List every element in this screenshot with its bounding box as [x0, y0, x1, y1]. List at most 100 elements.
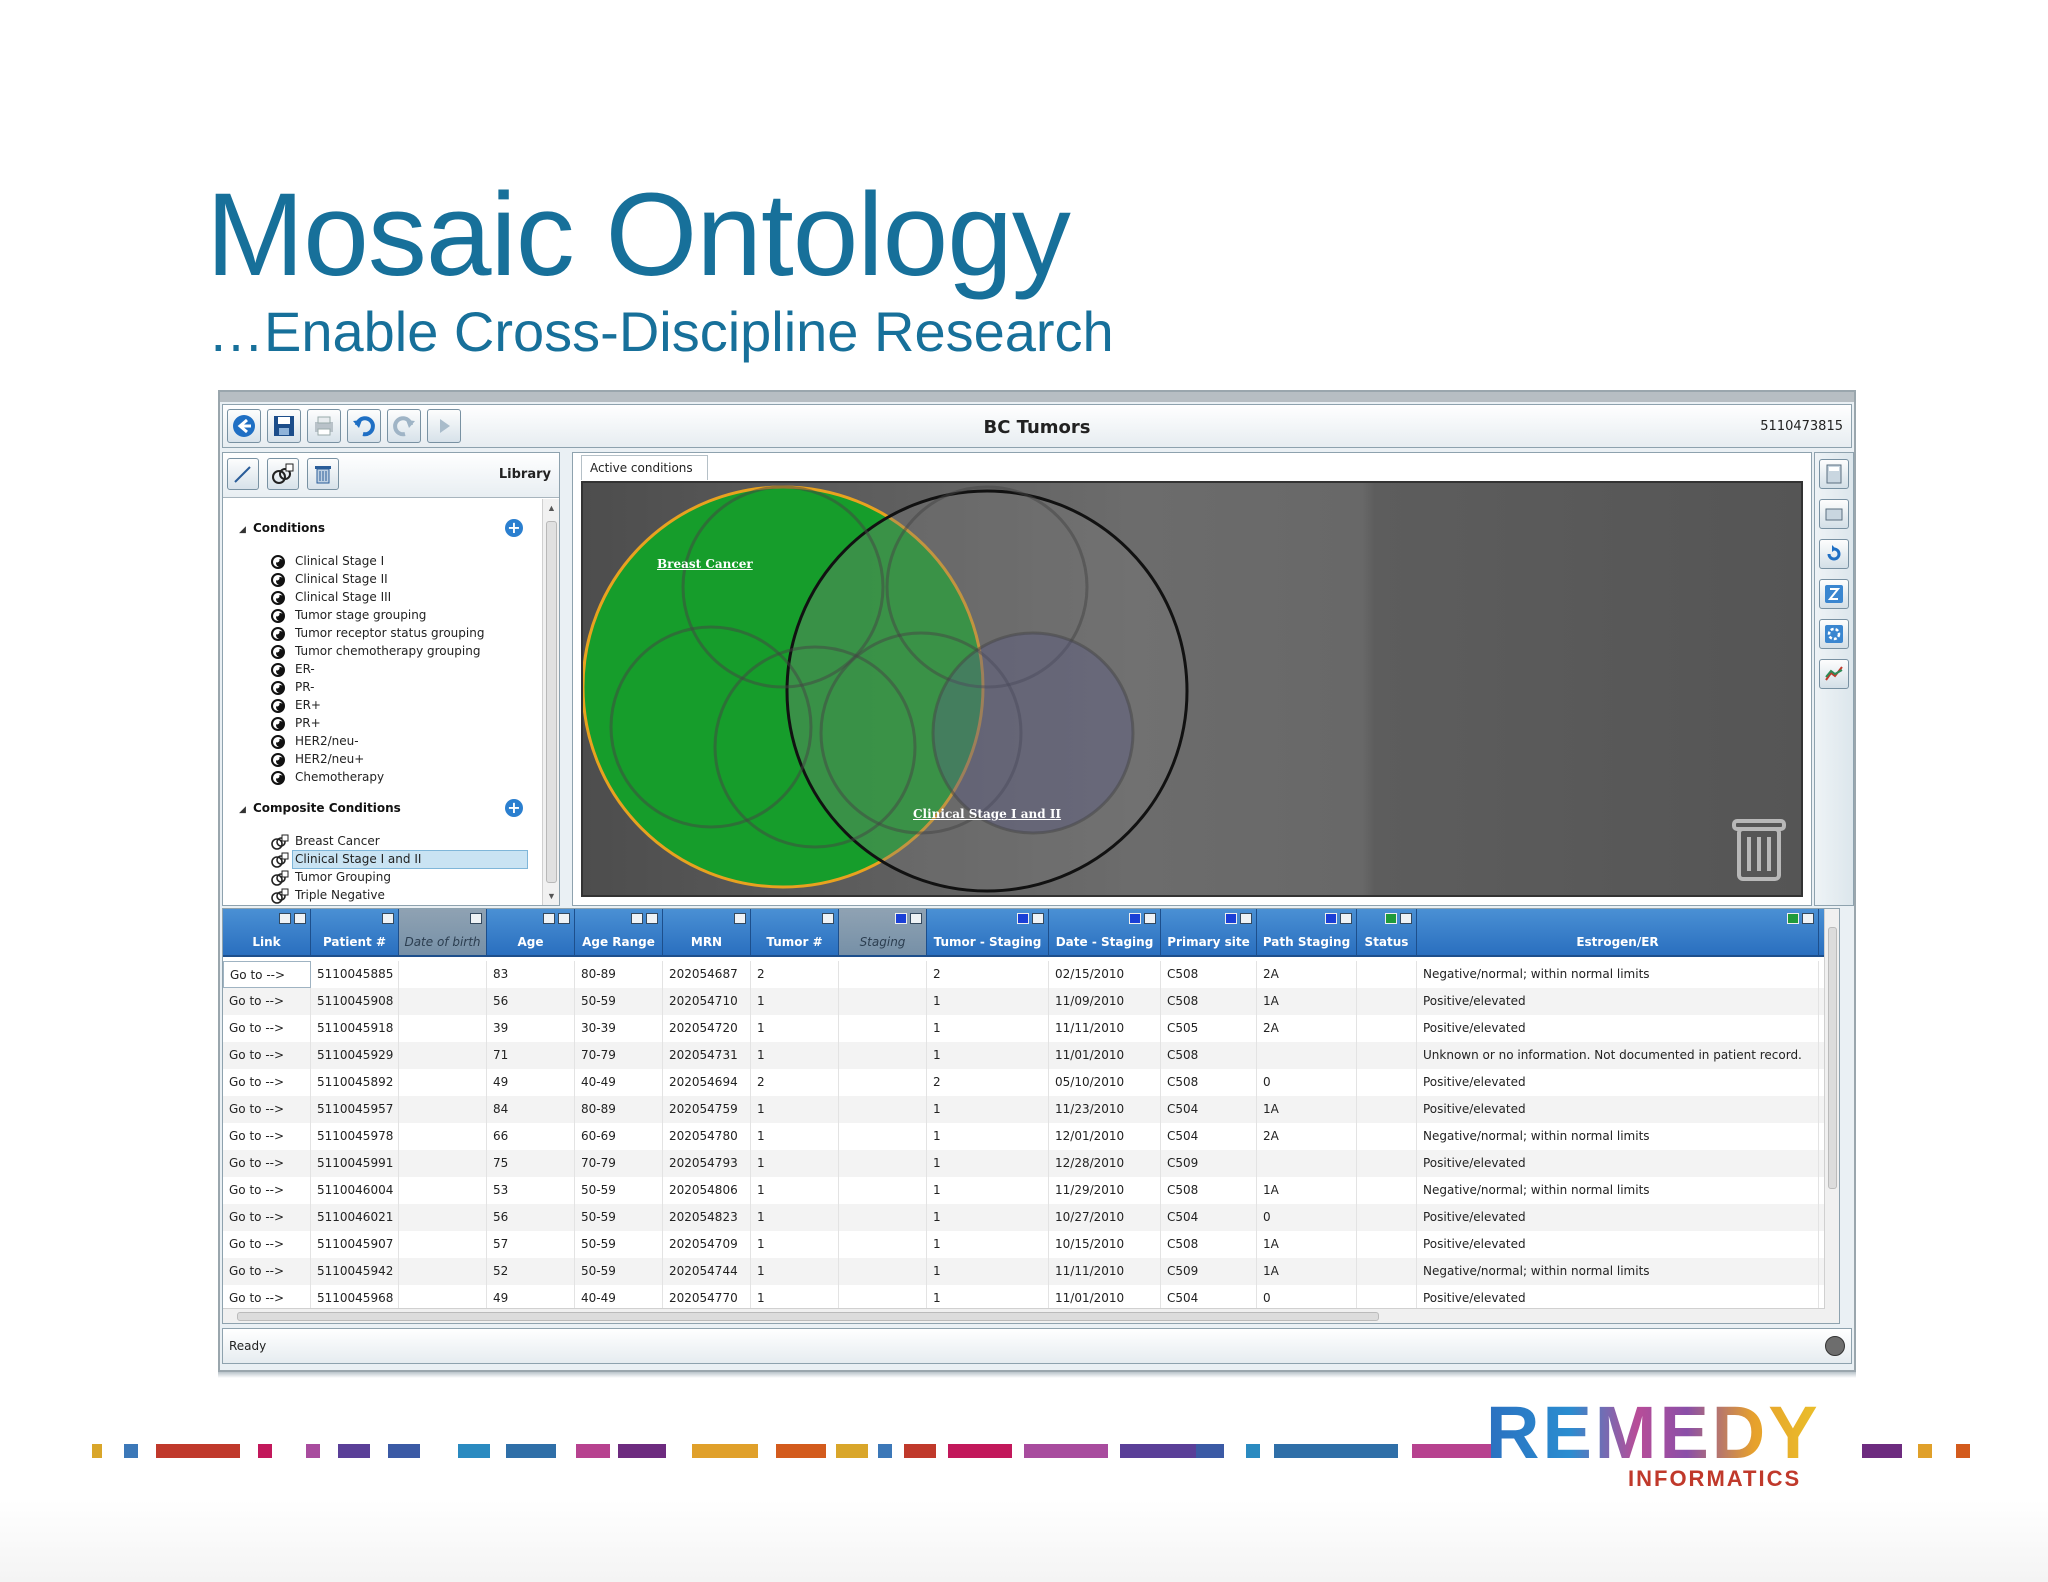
- grid-horizontal-scrollbar[interactable]: [223, 1308, 1825, 1323]
- grid-vertical-scrollbar[interactable]: [1824, 909, 1839, 1323]
- table-row[interactable]: Go to --> 5110045885 83 80-89 202054687 2 2 02/…: [223, 961, 1834, 988]
- go-to-link[interactable]: Go to -->: [223, 1204, 311, 1231]
- refresh-button[interactable]: [1819, 539, 1849, 569]
- color-swatch-icon[interactable]: [1129, 913, 1141, 924]
- panel-splitter[interactable]: [564, 452, 570, 906]
- scroll-thumb[interactable]: [546, 521, 557, 883]
- column-filter-icon[interactable]: [646, 913, 658, 924]
- chart-button[interactable]: [1819, 659, 1849, 689]
- column-filter-icon[interactable]: [1340, 913, 1352, 924]
- go-to-link[interactable]: Go to -->: [223, 1150, 311, 1177]
- column-menu-icon[interactable]: [631, 913, 643, 924]
- column-header-primary-site[interactable]: Primary site: [1161, 909, 1257, 955]
- column-filter-icons[interactable]: [276, 913, 306, 925]
- go-to-link[interactable]: Go to -->: [223, 1123, 311, 1150]
- venn-label-breast-cancer[interactable]: Breast Cancer: [657, 557, 753, 571]
- add-condition-icon[interactable]: +: [505, 519, 523, 537]
- go-to-link[interactable]: Go to -->: [223, 961, 311, 988]
- composite-condition-button[interactable]: [267, 458, 299, 490]
- column-filter-icons[interactable]: [1222, 913, 1252, 925]
- trash-icon[interactable]: [1731, 815, 1787, 883]
- column-filter-icons[interactable]: [467, 913, 482, 925]
- column-filter-icon[interactable]: [734, 913, 746, 924]
- color-swatch-icon[interactable]: [1787, 913, 1799, 924]
- info-icon[interactable]: [1825, 1336, 1845, 1356]
- scroll-up-icon[interactable]: ▲: [547, 503, 556, 513]
- column-filter-icons[interactable]: [819, 913, 834, 925]
- color-swatch-icon[interactable]: [1325, 913, 1337, 924]
- color-swatch-icon[interactable]: [1225, 913, 1237, 924]
- column-header-age[interactable]: Age: [487, 909, 575, 955]
- calculator-button[interactable]: [1819, 459, 1849, 489]
- column-filter-icons[interactable]: [1322, 913, 1352, 925]
- column-filter-icon[interactable]: [1400, 913, 1412, 924]
- color-swatch-icon[interactable]: [895, 913, 907, 924]
- column-filter-icon[interactable]: [1240, 913, 1252, 924]
- column-filter-icon[interactable]: [822, 913, 834, 924]
- column-filter-icon[interactable]: [1802, 913, 1814, 924]
- table-row[interactable]: Go to --> 5110045918 39 30-39 202054720 1 1 11/…: [223, 1015, 1834, 1042]
- column-filter-icon[interactable]: [558, 913, 570, 924]
- table-row[interactable]: Go to --> 5110045907 57 50-59 202054709 1 1 10/…: [223, 1231, 1832, 1258]
- go-to-link[interactable]: Go to -->: [223, 1042, 311, 1069]
- color-swatch-icon[interactable]: [1385, 913, 1397, 924]
- table-row[interactable]: Go to --> 5110045892 49 40-49 202054694 2 2 05/…: [223, 1069, 1832, 1096]
- column-header-status[interactable]: Status: [1357, 909, 1417, 955]
- go-to-link[interactable]: Go to -->: [223, 1015, 311, 1042]
- column-header-age-range[interactable]: Age Range: [575, 909, 663, 955]
- venn-canvas[interactable]: Breast Cancer Clinical Stage I and II: [581, 481, 1803, 897]
- table-row[interactable]: Go to --> 5110046004 53 50-59 202054806 1 1 11/…: [223, 1177, 1834, 1204]
- table-row[interactable]: Go to --> 5110045942 52 50-59 202054744 1 1 11/…: [223, 1258, 1834, 1285]
- column-filter-icons[interactable]: [1126, 913, 1156, 925]
- column-filter-icon[interactable]: [382, 913, 394, 924]
- column-filter-icon[interactable]: [910, 913, 922, 924]
- column-header-tumor-staging[interactable]: Tumor - Staging: [927, 909, 1049, 955]
- column-menu-icon[interactable]: [279, 913, 291, 924]
- tree-group-conditions[interactable]: ◢ Conditions: [239, 521, 325, 535]
- column-header-mrn[interactable]: MRN: [663, 909, 751, 955]
- column-filter-icon[interactable]: [470, 913, 482, 924]
- go-to-link[interactable]: Go to -->: [223, 1069, 311, 1096]
- column-filter-icon[interactable]: [294, 913, 306, 924]
- tab-active-conditions[interactable]: Active conditions: [581, 455, 708, 480]
- column-header-staging[interactable]: Staging: [839, 909, 927, 955]
- settings-button[interactable]: [1819, 619, 1849, 649]
- column-filter-icons[interactable]: [1014, 913, 1044, 925]
- export-button[interactable]: [1819, 499, 1849, 529]
- column-filter-icons[interactable]: [379, 913, 394, 925]
- column-header-tumor[interactable]: Tumor #: [751, 909, 839, 955]
- go-to-link[interactable]: Go to -->: [223, 1177, 311, 1204]
- column-filter-icons[interactable]: [731, 913, 746, 925]
- column-filter-icons[interactable]: [1784, 913, 1814, 925]
- color-swatch-icon[interactable]: [1017, 913, 1029, 924]
- go-to-link[interactable]: Go to -->: [223, 1258, 311, 1285]
- table-row[interactable]: Go to --> 5110045908 56 50-59 202054710 1 1 11/…: [223, 988, 1832, 1015]
- column-header-dob[interactable]: Date of birth: [399, 909, 487, 955]
- column-header-date-staging[interactable]: Date - Staging: [1049, 909, 1161, 955]
- edit-condition-button[interactable]: [227, 458, 259, 490]
- table-row[interactable]: Go to --> 5110045978 66 60-69 202054780 1 1 12/…: [223, 1123, 1834, 1150]
- column-filter-icon[interactable]: [1144, 913, 1156, 924]
- scroll-down-icon[interactable]: ▼: [547, 891, 556, 901]
- column-header-path-staging[interactable]: Path Staging: [1257, 909, 1357, 955]
- table-row[interactable]: Go to --> 5110045991 75 70-79 202054793 1 1 12/…: [223, 1150, 1832, 1177]
- column-filter-icons[interactable]: [540, 913, 570, 925]
- go-to-link[interactable]: Go to -->: [223, 1096, 311, 1123]
- table-row[interactable]: Go to --> 5110045929 71 70-79 202054731 1 1 11/…: [223, 1042, 1834, 1069]
- venn-label-clinical-stage[interactable]: Clinical Stage I and II: [913, 807, 1061, 821]
- library-scrollbar[interactable]: ▲ ▼: [542, 499, 559, 905]
- column-header-er[interactable]: Estrogen/ER: [1417, 909, 1819, 955]
- column-menu-icon[interactable]: [543, 913, 555, 924]
- column-filter-icon[interactable]: [1032, 913, 1044, 924]
- delete-condition-button[interactable]: [307, 458, 339, 490]
- table-row[interactable]: Go to --> 5110046021 56 50-59 202054823 1 1 10/…: [223, 1204, 1832, 1231]
- tree-group-composite[interactable]: ◢ Composite Conditions: [239, 801, 401, 815]
- add-composite-icon[interactable]: +: [505, 799, 523, 817]
- column-header-patient[interactable]: Patient #: [311, 909, 399, 955]
- sort-button[interactable]: [1819, 579, 1849, 609]
- grid-hscroll-thumb[interactable]: [237, 1312, 1379, 1321]
- column-filter-icons[interactable]: [892, 913, 922, 925]
- go-to-link[interactable]: Go to -->: [223, 988, 311, 1015]
- go-to-link[interactable]: Go to -->: [223, 1231, 311, 1258]
- column-header-link[interactable]: Link: [223, 909, 311, 955]
